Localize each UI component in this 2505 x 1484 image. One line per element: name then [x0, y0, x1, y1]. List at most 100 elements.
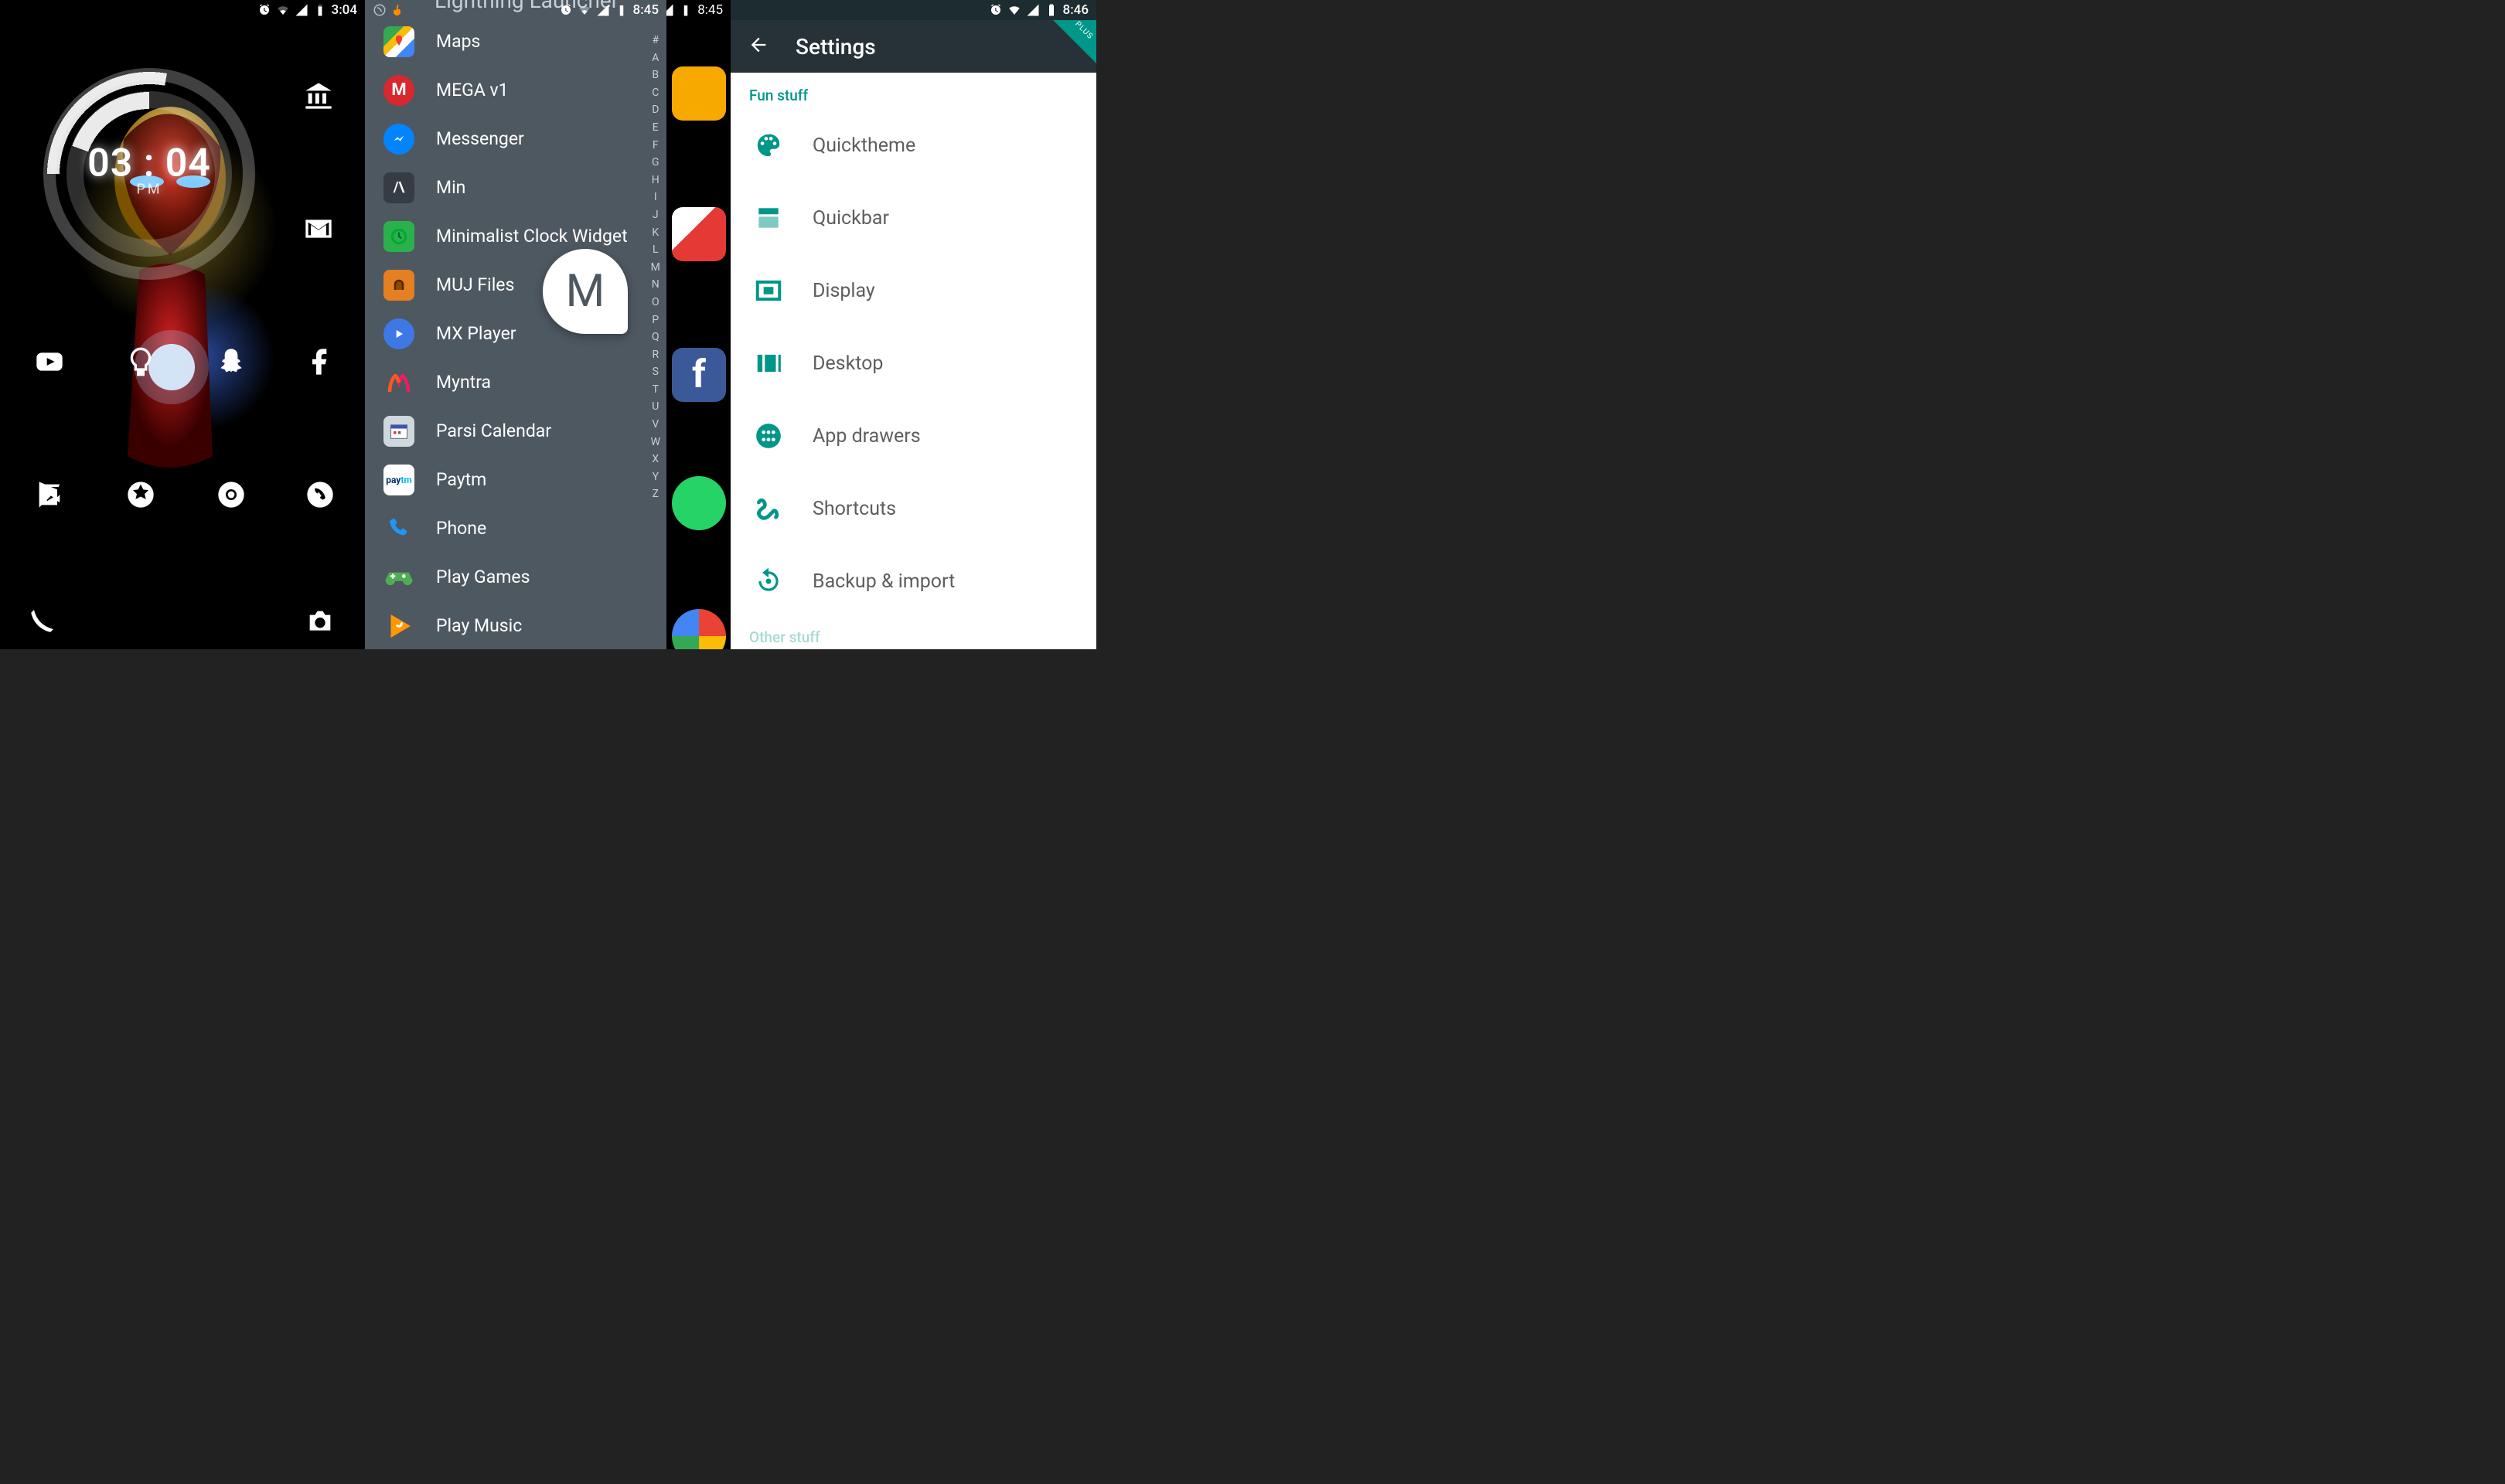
mxplayer-icon: [383, 318, 414, 349]
app-item-messenger[interactable]: Messenger: [365, 114, 666, 163]
battery-icon: [1045, 3, 1058, 17]
index-letter[interactable]: Q: [651, 331, 660, 343]
gesture-icon: [752, 492, 785, 525]
bg-chrome-icon: [672, 609, 726, 649]
index-letter[interactable]: N: [651, 278, 660, 291]
gmail-icon[interactable]: [300, 210, 337, 247]
alarm-icon: [559, 3, 573, 17]
index-letter[interactable]: B: [651, 69, 660, 81]
index-letter[interactable]: C: [651, 87, 660, 99]
battery-icon: [679, 3, 693, 17]
playgames-icon: [383, 562, 414, 593]
chrome-icon[interactable]: [213, 476, 250, 513]
index-letter[interactable]: P: [651, 314, 660, 326]
whatsapp-notif-icon: [373, 3, 387, 17]
app-item-maps[interactable]: Maps: [365, 17, 666, 66]
phone-icon[interactable]: [23, 603, 60, 640]
index-letter[interactable]: #: [651, 34, 660, 46]
facebook-icon[interactable]: [302, 343, 339, 380]
app-label: Parsi Calendar: [436, 420, 551, 441]
bank-icon[interactable]: [300, 77, 337, 114]
app-label: Play Games: [436, 567, 530, 587]
setting-quicktheme[interactable]: Quicktheme: [731, 109, 1096, 182]
index-letter[interactable]: S: [651, 366, 660, 378]
palette-icon: [752, 129, 785, 162]
index-bubble: M: [543, 249, 628, 334]
index-letter[interactable]: Z: [651, 488, 660, 500]
index-letter[interactable]: L: [651, 243, 660, 256]
home-screen: 3:04 03 : 04 PM: [0, 0, 365, 649]
index-letter[interactable]: I: [651, 191, 660, 203]
myntra-icon: [383, 367, 414, 398]
wifi-icon: [276, 3, 290, 17]
signal-icon: [295, 3, 308, 17]
camera-icon[interactable]: [302, 603, 339, 640]
index-letter[interactable]: K: [651, 226, 660, 239]
setting-quickbar[interactable]: Quickbar: [731, 182, 1096, 254]
setting-appdrawers[interactable]: App drawers: [731, 400, 1096, 472]
battery-icon: [615, 3, 629, 17]
desktop-icon: [752, 347, 785, 380]
index-letter[interactable]: X: [651, 453, 660, 465]
section-header: Fun stuff: [731, 73, 1096, 109]
status-time: 8:45: [697, 2, 723, 18]
bg-whatsapp-icon: [672, 476, 726, 530]
signal-icon: [596, 3, 610, 17]
snapchat-icon[interactable]: [213, 343, 250, 380]
setting-desktop[interactable]: Desktop: [731, 327, 1096, 400]
index-letter[interactable]: T: [651, 383, 660, 396]
index-letter[interactable]: M: [651, 261, 660, 274]
index-letter[interactable]: V: [651, 418, 660, 431]
setting-display[interactable]: Display: [731, 254, 1096, 327]
index-letter[interactable]: A: [651, 52, 660, 64]
app-item-paytm[interactable]: paytm Paytm: [365, 455, 666, 504]
index-letter[interactable]: R: [651, 349, 660, 361]
settings-screen: 8:46 Settings PLUS Fun stuff Quicktheme …: [731, 0, 1096, 649]
app-label: Myntra: [436, 372, 491, 393]
index-letter[interactable]: O: [651, 296, 660, 308]
index-letter[interactable]: U: [651, 400, 660, 413]
setting-shortcuts[interactable]: Shortcuts: [731, 472, 1096, 545]
app-item-min[interactable]: /\ Min: [365, 163, 666, 212]
page-title: Settings: [796, 34, 876, 60]
app-item-playgames[interactable]: Play Games: [365, 553, 666, 601]
quickbar-icon: [752, 202, 785, 234]
status-time: 8:45: [633, 2, 659, 18]
setting-label: Display: [813, 280, 875, 302]
app-item-minclock[interactable]: Minimalist Clock Widget: [365, 212, 666, 260]
home-grid: [0, 0, 365, 649]
alpha-index[interactable]: # ABCDEFGHIJKLMNOPQRSTUVWXYZ: [651, 34, 660, 500]
index-letter[interactable]: G: [651, 156, 660, 168]
app-item-phone[interactable]: Phone: [365, 504, 666, 553]
app-item-playmusic[interactable]: Play Music: [365, 601, 666, 649]
app-label: Minimalist Clock Widget: [436, 226, 628, 247]
index-letter[interactable]: F: [651, 139, 660, 151]
index-letter[interactable]: D: [651, 104, 660, 116]
app-label: Phone: [436, 518, 486, 539]
back-button[interactable]: [748, 34, 769, 59]
app-item-parsi[interactable]: Parsi Calendar: [365, 407, 666, 455]
app-label: Maps: [436, 31, 480, 52]
phone-icon: [383, 513, 414, 544]
settings-list: Quicktheme Quickbar Display Desktop App …: [731, 109, 1096, 618]
status-time: 8:46: [1063, 2, 1089, 18]
index-letter[interactable]: W: [651, 436, 660, 448]
index-letter[interactable]: H: [651, 174, 660, 186]
app-drawers-icon: [752, 420, 785, 452]
status-bar: 8:46: [731, 0, 1096, 20]
app-label: Messenger: [436, 128, 524, 149]
whatsapp-icon[interactable]: [302, 476, 339, 513]
index-letter[interactable]: Y: [651, 471, 660, 483]
display-icon: [752, 274, 785, 307]
playstore-icon[interactable]: [31, 476, 68, 513]
app-item-mega[interactable]: M MEGA v1: [365, 66, 666, 114]
index-letter[interactable]: J: [651, 209, 660, 221]
app-item-myntra[interactable]: Myntra: [365, 358, 666, 407]
setting-backup[interactable]: Backup & import: [731, 545, 1096, 618]
bulb-icon[interactable]: [122, 343, 159, 380]
youtube-icon[interactable]: [31, 343, 68, 380]
app-label: MEGA v1: [436, 80, 509, 100]
index-letter[interactable]: E: [651, 121, 660, 134]
restore-icon: [752, 565, 785, 597]
football-icon[interactable]: [122, 476, 159, 513]
